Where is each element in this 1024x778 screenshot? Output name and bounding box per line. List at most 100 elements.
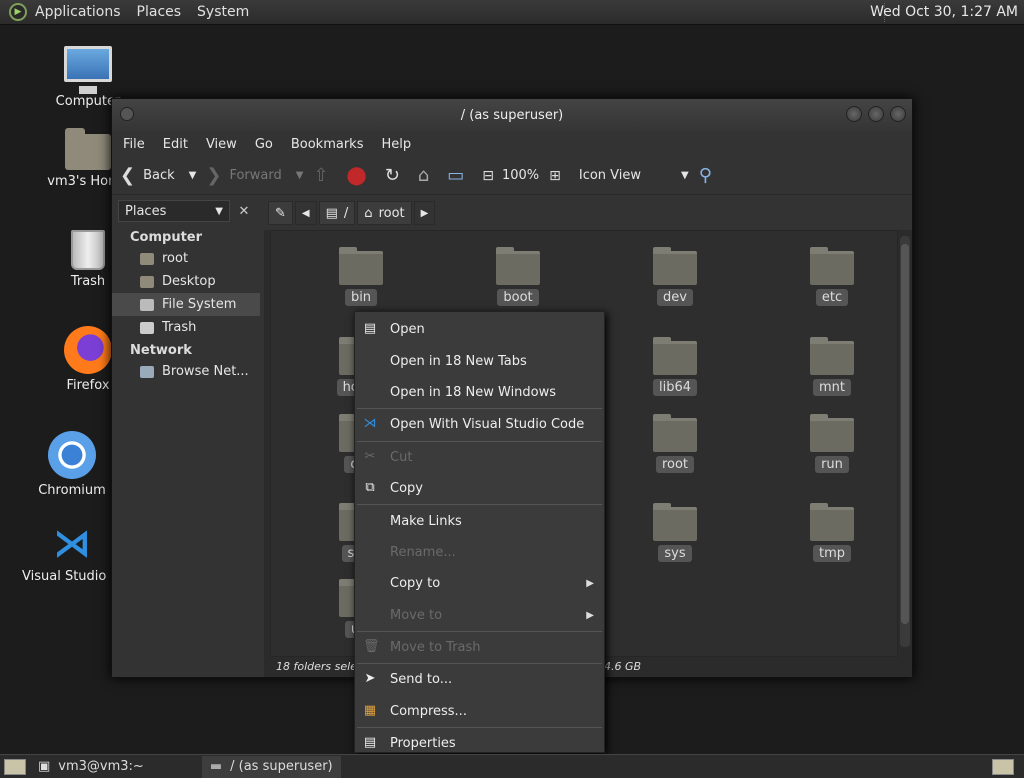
menu-help[interactable]: Help (372, 137, 420, 152)
file-item[interactable]: boot (473, 247, 563, 306)
context-menu-item-label: Cut (390, 449, 413, 465)
file-item[interactable]: root (630, 414, 720, 473)
back-history-chevron-icon[interactable]: ▼ (189, 170, 197, 181)
folder-icon (653, 414, 697, 452)
context-menu-item-open-in-18-new-tabs[interactable]: Open in 18 New Tabs (355, 345, 604, 376)
path-button-root[interactable]: ⌂ root (357, 201, 412, 225)
file-item[interactable]: tmp (787, 503, 877, 562)
sidebar-item-label: File System (162, 297, 237, 312)
context-menu-item-label: Compress... (390, 703, 467, 719)
file-item[interactable]: run (787, 414, 877, 473)
path-scroll-left-button[interactable]: ◀ (294, 201, 317, 225)
clock[interactable]: Wed Oct 30, 1:27 AM (870, 4, 1018, 20)
view-mode-label: Icon View (578, 168, 642, 183)
trash-icon: 🗑 (363, 638, 380, 654)
context-menu-item-move-to-trash[interactable]: 🗑 Move to Trash (355, 632, 604, 663)
context-menu-item-cut[interactable]: ✂ Cut (355, 442, 604, 473)
menu-go[interactable]: Go (246, 137, 282, 152)
minimize-button[interactable] (846, 106, 862, 122)
context-menu-item-compress[interactable]: ▦ Compress... (355, 696, 604, 727)
file-item-label: mnt (813, 379, 851, 396)
menu-system[interactable]: System (189, 4, 257, 20)
home-button[interactable]: ⌂ (418, 165, 437, 186)
context-menu-item-make-links[interactable]: Make Links (355, 505, 604, 536)
sidebar-item-file-system[interactable]: File System (112, 293, 260, 316)
context-menu-item-open-with-visual-studio-code[interactable]: ⋊ Open With Visual Studio Code (355, 409, 604, 440)
search-button[interactable]: ⚲ (699, 165, 720, 186)
window-title: / (as superuser) (460, 107, 564, 123)
send-icon: ➤ (364, 671, 376, 687)
file-item[interactable]: etc (787, 247, 877, 306)
sidebar-item-desktop[interactable]: Desktop (112, 270, 260, 293)
up-arrow-icon: ⇧ (313, 165, 329, 186)
sidebar-item-trash[interactable]: Trash (112, 316, 260, 339)
view-mode-select[interactable]: Icon View ▼ (579, 168, 689, 183)
sidebar-item-browse-network[interactable]: Browse Net... (112, 360, 260, 383)
context-menu-item-open-in-18-new-windows[interactable]: Open in 18 New Windows (355, 377, 604, 408)
applications-logo-icon[interactable]: ▶ (9, 3, 27, 21)
context-menu-item-label: Copy (390, 481, 423, 497)
context-menu-item-open[interactable]: ▤ Open (355, 314, 604, 345)
menu-applications[interactable]: Applications (27, 4, 129, 20)
maximize-button[interactable] (868, 106, 884, 122)
desktop-icon-chromium[interactable]: Chromium (22, 431, 122, 498)
sidebar-item-label: root (162, 251, 189, 266)
context-menu-item-copy[interactable]: ⧉ Copy (355, 473, 604, 504)
menu-places[interactable]: Places (129, 4, 190, 20)
up-button[interactable]: ⇧ (313, 165, 336, 186)
scrollbar-thumb[interactable] (901, 244, 909, 624)
forward-history-chevron-icon[interactable]: ▼ (296, 170, 304, 181)
context-menu-item-move-to[interactable]: Move to ▶ (355, 600, 604, 631)
sidebar-selector[interactable]: Places ▼ (118, 200, 230, 222)
context-menu-item-label: Open in 18 New Tabs (390, 353, 527, 369)
sidebar-item-label: Trash (162, 320, 197, 335)
menu-view[interactable]: View (197, 137, 246, 152)
terminal-icon: ▣ (38, 759, 51, 774)
file-item-label: bin (344, 289, 378, 306)
menu-edit[interactable]: Edit (154, 137, 197, 152)
menu-file[interactable]: File (114, 137, 154, 152)
stop-button[interactable]: ⬤ (347, 165, 375, 186)
vscode-icon: ⋊ (363, 416, 377, 432)
toggle-location-button[interactable]: ✎ (268, 201, 293, 225)
submenu-arrow-icon: ▶ (586, 609, 594, 621)
file-item[interactable]: sys (630, 503, 720, 562)
file-item[interactable]: lib64 (630, 337, 720, 396)
desktop-icon-label: Chromium (38, 483, 106, 498)
task-terminal[interactable]: ▣ vm3@vm3:~ (30, 756, 152, 778)
zoom-out-button[interactable]: ⊟ 100% (482, 168, 539, 184)
workspace-switcher[interactable] (992, 759, 1014, 775)
reload-button[interactable]: ↻ (385, 165, 408, 186)
desktop-folder-icon (140, 275, 154, 288)
path-scroll-right-button[interactable]: ▶ (413, 201, 436, 225)
window-menu-icon[interactable] (120, 107, 134, 121)
window-titlebar[interactable]: / (as superuser) (112, 99, 912, 131)
folder-icon (810, 503, 854, 541)
folder-icon: ▬ (209, 759, 223, 774)
context-menu-item-send-to[interactable]: ➤ Send to... (355, 664, 604, 695)
context-menu-item-label: Move to Trash (390, 640, 481, 656)
file-item[interactable]: dev (630, 247, 720, 306)
file-item[interactable]: mnt (787, 337, 877, 396)
close-button[interactable] (890, 106, 906, 122)
context-menu-item-rename[interactable]: Rename... (355, 537, 604, 568)
task-file-manager[interactable]: ▬ / (as superuser) (201, 755, 341, 778)
zoom-in-icon: ⊞ (549, 167, 561, 184)
computer-button[interactable]: ▭ (447, 165, 472, 186)
desktop-icon-vscode[interactable]: ⋊ Visual Studio Code (22, 521, 122, 584)
path-button-root-fs[interactable]: ▤ / (318, 201, 356, 225)
forward-button[interactable]: ❯ Forward ▼ (206, 165, 303, 186)
show-desktop-icon[interactable] (4, 758, 26, 775)
file-item[interactable]: bin (316, 247, 406, 306)
back-button[interactable]: ❮ Back ▼ (120, 165, 196, 186)
context-menu-item-copy-to[interactable]: Copy to ▶ (355, 568, 604, 599)
file-item-label: run (815, 456, 849, 473)
computer-icon (64, 46, 112, 94)
close-sidebar-icon[interactable]: ✕ (234, 204, 254, 219)
menu-bookmarks[interactable]: Bookmarks (282, 137, 373, 152)
chevron-left-icon: ◀ (301, 207, 310, 219)
reload-icon: ↻ (384, 165, 400, 186)
zoom-in-button[interactable]: ⊞ (549, 168, 569, 184)
sidebar-item-root[interactable]: root (112, 247, 260, 270)
vertical-scrollbar[interactable] (900, 236, 910, 647)
